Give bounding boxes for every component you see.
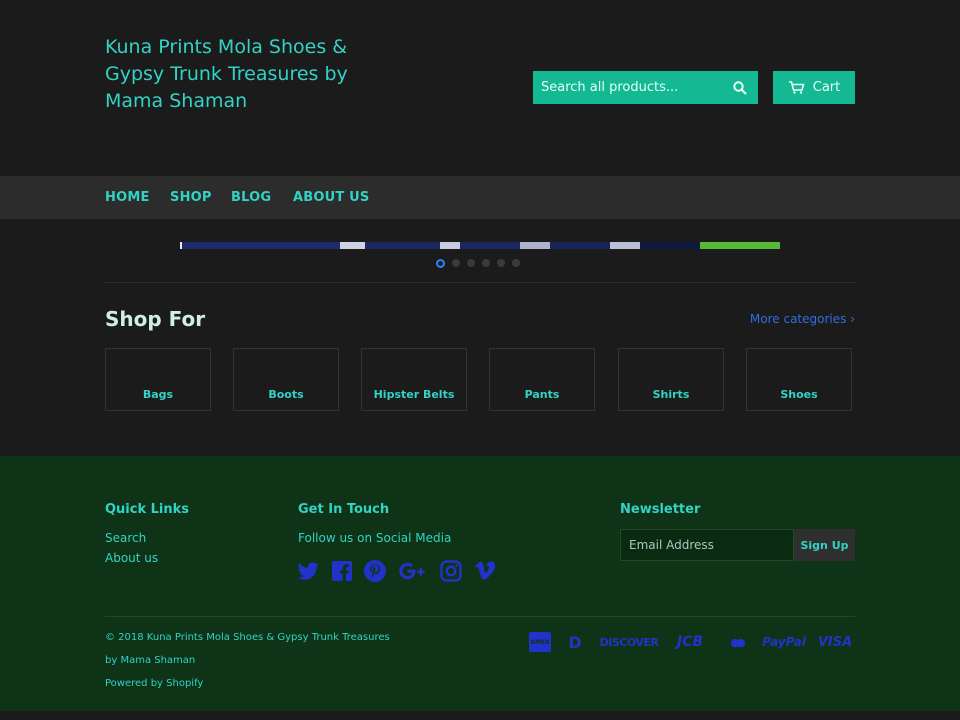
vimeo-icon[interactable] <box>474 561 496 581</box>
site-footer <box>0 456 960 711</box>
slider-dot-5[interactable] <box>497 259 505 267</box>
visa-icon: VISA <box>817 634 853 650</box>
paypal-icon: PayPal <box>762 635 806 649</box>
site-title[interactable]: Kuna Prints Mola Shoes & Gypsy Trunk Tre… <box>105 34 365 115</box>
collection-label: Boots <box>268 388 304 401</box>
search-button[interactable] <box>723 71 757 104</box>
search-form <box>533 71 758 104</box>
collection-hipster-belts[interactable]: Hipster Belts <box>361 348 467 411</box>
powered-by-link[interactable]: Powered by Shopify <box>105 678 203 689</box>
american-express-icon: AMEX <box>529 632 551 652</box>
instagram-icon[interactable] <box>440 560 462 582</box>
nav-item-home[interactable]: HOME <box>105 190 150 205</box>
search-input[interactable] <box>533 71 723 104</box>
collection-label: Shoes <box>780 388 818 401</box>
collection-shoes[interactable]: Shoes <box>746 348 852 411</box>
jcb-icon: JCB <box>676 634 704 650</box>
section-divider <box>105 282 855 283</box>
site-header: Kuna Prints Mola Shoes & Gypsy Trunk Tre… <box>0 0 960 176</box>
nav-item-about-us[interactable]: ABOUT US <box>293 190 370 205</box>
slider-dot-2[interactable] <box>452 259 460 267</box>
pinterest-icon[interactable] <box>364 560 386 582</box>
newsletter-title: Newsletter <box>620 502 701 517</box>
slider-dot-4[interactable] <box>482 259 490 267</box>
collection-pants[interactable]: Pants <box>489 348 595 411</box>
cart-icon <box>788 81 805 94</box>
search-icon <box>733 80 747 95</box>
collection-bags[interactable]: Bags <box>105 348 211 411</box>
email-field[interactable] <box>620 529 794 561</box>
quick-links-title: Quick Links <box>105 502 190 517</box>
cart-label: Cart <box>812 80 841 95</box>
collection-label: Hipster Belts <box>373 388 455 401</box>
get-in-touch-title: Get In Touch <box>298 502 390 517</box>
footer-divider <box>105 616 855 617</box>
slider-dot-1[interactable] <box>436 258 445 268</box>
cart-button[interactable]: Cart <box>773 71 855 104</box>
collection-label: Bags <box>142 388 174 401</box>
collections-title: Shop For <box>105 307 206 331</box>
main-nav: HOME SHOP BLOG ABOUT US <box>0 176 960 219</box>
slider-dot-6[interactable] <box>512 259 520 267</box>
nav-item-shop[interactable]: SHOP <box>170 190 212 205</box>
copyright-text: © 2018 Kuna Prints Mola Shoes & Gypsy Tr… <box>105 632 390 643</box>
discover-icon: DISCOVER <box>599 635 659 649</box>
collection-label: Shirts <box>652 388 690 401</box>
collection-label: Pants <box>524 388 560 401</box>
sign-up-button[interactable]: Sign Up <box>794 529 855 561</box>
footer-link-about-us[interactable]: About us <box>105 551 158 565</box>
diners-club-icon: D <box>568 632 582 652</box>
slider-pagination <box>436 258 520 268</box>
collection-boots[interactable]: Boots <box>233 348 339 411</box>
social-media-text: Follow us on Social Media <box>298 531 452 545</box>
twitter-icon[interactable] <box>298 561 320 581</box>
nav-item-blog[interactable]: BLOG <box>231 190 271 205</box>
slider-dot-3[interactable] <box>467 259 475 267</box>
page-bottom-bar <box>0 711 960 720</box>
social-links <box>298 560 496 582</box>
newsletter-form: Sign Up <box>620 529 855 561</box>
master-icon: ●● <box>730 635 745 649</box>
collection-shirts[interactable]: Shirts <box>618 348 724 411</box>
copyright-text-line2: by Mama Shaman <box>105 655 196 666</box>
facebook-icon[interactable] <box>332 561 352 581</box>
footer-link-search[interactable]: Search <box>105 531 146 545</box>
more-categories-link[interactable]: More categories › <box>750 312 855 326</box>
hero-slider-image[interactable] <box>180 242 780 249</box>
google-plus-icon[interactable] <box>398 561 428 581</box>
